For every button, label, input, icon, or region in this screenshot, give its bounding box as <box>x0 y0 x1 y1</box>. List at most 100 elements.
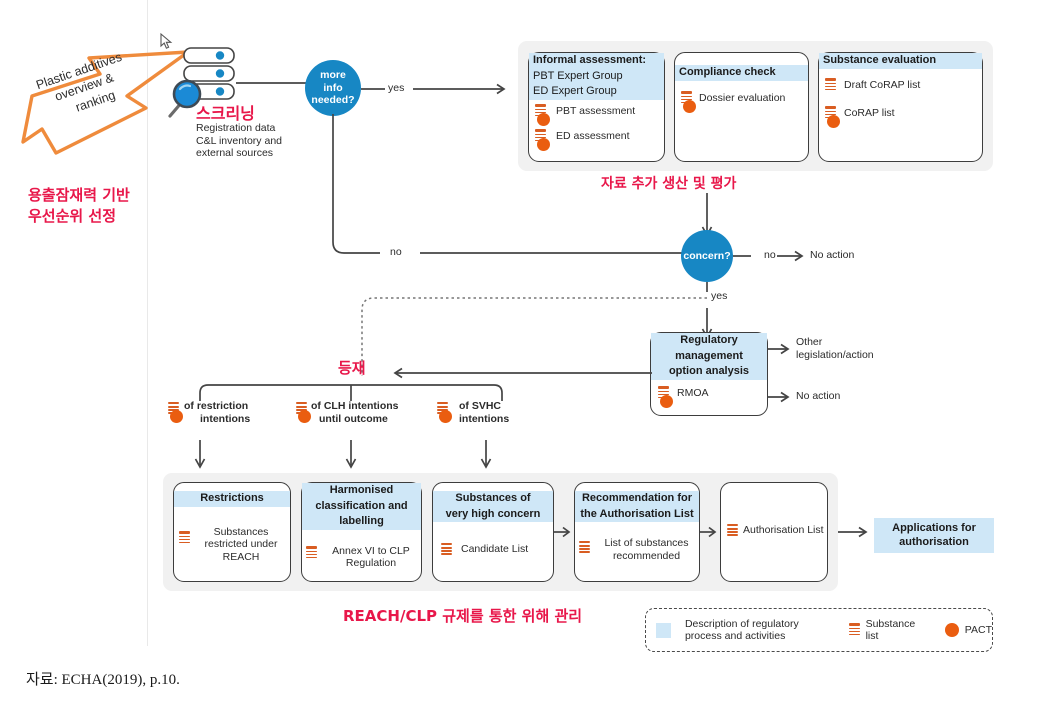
more-info-line2: info <box>323 81 343 94</box>
decision-concern[interactable]: concern? <box>681 230 733 282</box>
screening-desc-line2: C&L inventory and <box>196 134 282 147</box>
card-compliance-header: Compliance check <box>675 65 808 81</box>
card-informal-subheader-1: PBT Expert Group <box>529 68 664 84</box>
screening-korean-title: 스크리닝 <box>196 106 255 123</box>
decision-more-info-needed[interactable]: more info needed? <box>305 60 361 116</box>
rmoa-other-line2: legislation/action <box>796 348 874 361</box>
card-recommendation[interactable]: Recommendation for the Authorisation Lis… <box>574 482 700 582</box>
list-item-label: Draft CoRAP list <box>844 78 921 91</box>
list-item[interactable]: Dossier evaluation <box>681 90 808 113</box>
recommendation-header-line2: the Authorisation List <box>575 506 699 522</box>
card-rmoa[interactable]: Regulatory management option analysis RM… <box>650 332 768 416</box>
intention-clh-line1: of CLH intentions <box>311 400 399 412</box>
concern-no-action-label: No action <box>810 249 855 261</box>
substance-list-icon <box>168 401 183 423</box>
intention-restriction-line2: intentions <box>200 412 251 425</box>
authorisation-list-item: Authorisation List <box>743 524 824 536</box>
legend-process-swatch <box>656 622 671 638</box>
regulatory-korean-label: REACH/CLP 규제를 통한 위해 관리 <box>343 607 583 625</box>
rmoa-other-output: Other legislation/action <box>796 336 916 361</box>
connector-intentions-bracket <box>199 384 503 401</box>
card-compliance-check[interactable]: Compliance check Dossier evaluation <box>674 52 809 162</box>
intention-svhc-line1: of SVHC <box>459 400 501 412</box>
harmonised-header-line2: classification and <box>302 498 421 514</box>
list-item[interactable]: RMOA <box>658 385 767 408</box>
priority-korean-line1: 용출잠재력 기반 <box>28 186 130 204</box>
list-item-label: RMOA <box>677 386 709 399</box>
priority-korean-line2: 우선순위 선정 <box>28 207 117 225</box>
restrictions-item-line2: restricted under <box>204 538 278 550</box>
assessment-korean-label: 자료 추가 생산 및 평가 <box>601 176 737 192</box>
substance-list-icon <box>579 540 590 554</box>
harmonised-header-line1: Harmonised <box>302 483 421 499</box>
recommendation-item-line2: recommended <box>612 549 681 562</box>
intention-item-clh[interactable]: of CLH intentions until outcome <box>296 400 426 425</box>
list-item-label: ED assessment <box>556 129 630 142</box>
restrictions-header: Restrictions <box>174 491 290 507</box>
moreinfo-no-label: no <box>390 246 402 258</box>
rmoa-header-line1: Regulatory <box>651 333 767 349</box>
pact-dot-icon <box>170 410 183 423</box>
legend-box: Description of regulatory process and ac… <box>645 608 993 652</box>
substance-list-icon <box>727 523 738 537</box>
svhc-item-line1: Candidate List <box>461 543 529 555</box>
connector-recommendation-to-authlist <box>700 526 717 538</box>
list-item-label: Dossier evaluation <box>699 91 786 104</box>
pact-dot-icon <box>827 114 840 128</box>
screening-desc-line3: external sources <box>196 147 274 159</box>
card-informal-assessment[interactable]: Informal assessment: PBT Expert Group ED… <box>528 52 665 162</box>
substance-list-icon <box>441 542 452 556</box>
applications-line2: authorisation <box>899 535 969 548</box>
pact-dot-icon <box>537 137 550 151</box>
connector-moreinfo-yes <box>361 83 506 95</box>
pact-dot-icon <box>298 410 311 423</box>
pact-dot-icon <box>683 99 696 113</box>
intentions-korean-label: 등재 <box>338 359 366 377</box>
concern-label: concern? <box>683 250 731 262</box>
more-info-line1: more <box>320 69 346 82</box>
source-caption: 자료: ECHA(2019), p.10. <box>26 672 180 688</box>
legend-substance-list-label: Substance list <box>865 617 916 643</box>
legend-pact-dot-icon <box>944 623 959 637</box>
connector-rmoa-other <box>768 343 790 355</box>
card-harmonised-classification[interactable]: Harmonised classification and labelling … <box>301 482 422 582</box>
list-item[interactable]: PBT assessment <box>535 103 664 126</box>
intention-clh-line2: until outcome <box>319 412 388 425</box>
moreinfo-yes-label: yes <box>388 82 405 94</box>
card-informal-header: Informal assessment: <box>529 53 664 69</box>
card-svhc[interactable]: Substances of very high concern Candidat… <box>432 482 554 582</box>
priority-korean-label: 용출잠재력 기반 우선순위 선정 <box>28 185 130 227</box>
intention-item-restriction[interactable]: of restriction intentions <box>168 400 286 425</box>
list-item[interactable]: CoRAP list <box>825 105 982 128</box>
more-info-line3: needed? <box>311 94 355 107</box>
rmoa-header-line3: option analysis <box>651 364 767 380</box>
card-restrictions[interactable]: Restrictions Substances restricted under… <box>173 482 291 582</box>
rmoa-noaction-output: No action <box>796 390 841 402</box>
box-applications-for-authorisation[interactable]: Applications for authorisation <box>874 518 994 553</box>
connector-intention-arrows <box>194 440 492 469</box>
substance-list-icon <box>658 385 673 408</box>
intention-item-svhc[interactable]: of SVHC intentions <box>437 400 547 425</box>
recommendation-header-line1: Recommendation for <box>575 491 699 507</box>
restrictions-item-line1: Substances <box>213 525 269 538</box>
applications-line1: Applications for <box>892 522 976 534</box>
connector-svhc-to-recommendation <box>554 526 571 538</box>
card-substance-evaluation[interactable]: Substance evaluation Draft CoRAP list Co… <box>818 52 983 162</box>
harmonised-item-line2: Regulation <box>345 557 397 569</box>
list-item[interactable]: Draft CoRAP list <box>825 77 982 92</box>
concern-no-label: no <box>764 249 776 261</box>
intention-svhc-line2: intentions <box>459 412 510 425</box>
screening-desc-line1: Registration data <box>196 122 276 134</box>
screening-description: Registration data C&L inventory and exte… <box>196 122 326 160</box>
substance-list-icon <box>681 90 696 113</box>
legend-process-line1: Description of regulatory <box>684 617 799 630</box>
pact-dot-icon <box>537 112 550 126</box>
card-substance-eval-header: Substance evaluation <box>819 53 982 69</box>
concern-yes-label: yes <box>711 290 728 302</box>
restrictions-item-line3: REACH <box>222 550 260 563</box>
connector-rmoa-noaction <box>768 391 790 403</box>
list-item-label: PBT assessment <box>556 104 636 117</box>
list-item[interactable]: ED assessment <box>535 128 664 151</box>
card-authorisation-list[interactable]: Authorisation List <box>720 482 828 582</box>
substance-list-icon <box>437 401 452 423</box>
